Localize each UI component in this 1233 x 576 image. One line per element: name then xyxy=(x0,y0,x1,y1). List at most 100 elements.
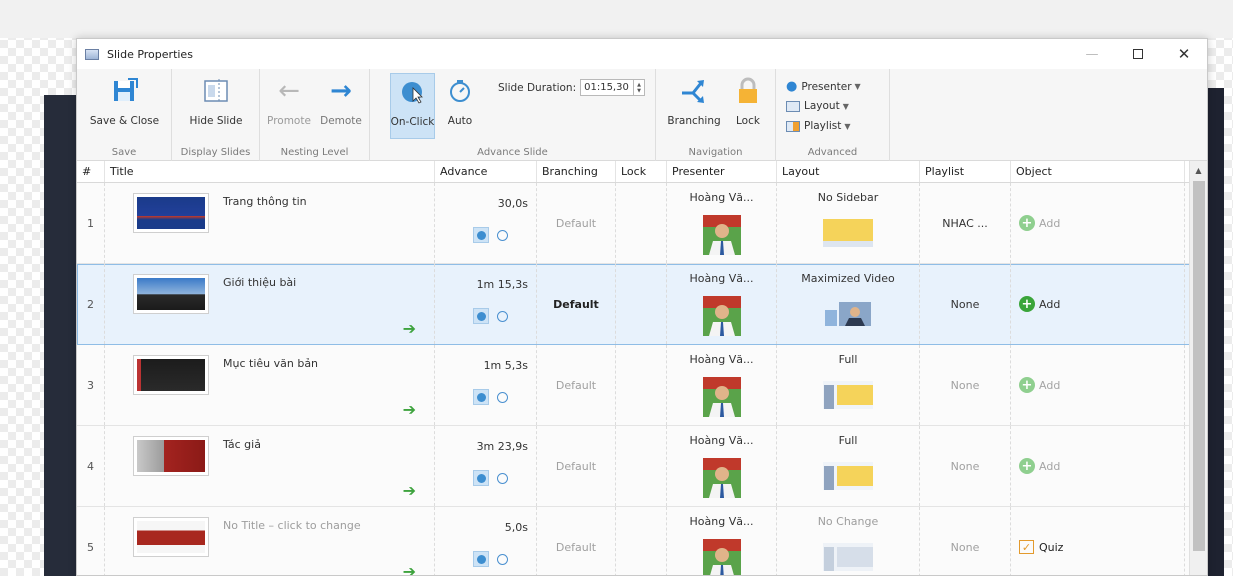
layout-cell[interactable]: Maximized Video xyxy=(777,264,920,344)
on-click-icon[interactable] xyxy=(473,308,489,324)
timer-icon[interactable] xyxy=(497,391,508,403)
advance-cell[interactable]: 3m 23,9s xyxy=(435,426,537,506)
on-click-icon[interactable] xyxy=(473,227,489,243)
column-header-title[interactable]: Title xyxy=(105,161,435,182)
presenter-cell[interactable]: Hoàng Vă... xyxy=(667,426,777,506)
slide-title[interactable]: Trang thông tin xyxy=(223,195,307,208)
on-click-icon[interactable] xyxy=(473,470,489,486)
hide-slide-button[interactable]: Hide Slide xyxy=(186,73,246,135)
scrollbar-thumb[interactable] xyxy=(1193,181,1205,551)
title-cell[interactable]: Trang thông tin xyxy=(105,183,435,263)
timer-icon[interactable] xyxy=(497,553,508,565)
advance-cell[interactable]: 1m 5,3s xyxy=(435,345,537,425)
title-bar: Slide Properties — ✕ xyxy=(77,39,1207,69)
column-header-number[interactable]: # xyxy=(77,161,105,182)
close-button[interactable]: ✕ xyxy=(1161,39,1207,69)
layout-cell[interactable]: No Sidebar xyxy=(777,183,920,263)
slide-title[interactable]: Giới thiệu bài xyxy=(223,276,296,289)
add-object-button[interactable]: + Add xyxy=(1019,183,1060,263)
add-object-button[interactable]: + Add xyxy=(1019,345,1060,425)
playlist-cell[interactable]: None xyxy=(920,426,1011,506)
object-cell[interactable]: + Add xyxy=(1011,183,1185,263)
layout-cell[interactable]: No Change xyxy=(777,507,920,575)
branching-cell[interactable]: Default xyxy=(537,426,616,506)
presenter-cell[interactable]: Hoàng Vă... xyxy=(667,507,777,575)
column-header-presenter[interactable]: Presenter xyxy=(667,161,777,182)
slides-table: # Title Advance Branching Lock Presenter… xyxy=(77,161,1207,575)
table-row[interactable]: 1 Trang thông tin 30,0s Default Hoàng Vă… xyxy=(77,183,1207,264)
lock-cell[interactable] xyxy=(616,264,667,344)
demote-button[interactable]: → Demote xyxy=(316,73,366,135)
minimize-button[interactable]: — xyxy=(1069,39,1115,69)
column-header-branching[interactable]: Branching xyxy=(537,161,616,182)
lock-cell[interactable] xyxy=(616,426,667,506)
table-row-selected[interactable]: 2 Giới thiệu bài ➔ 1m 15,3s Default Hoàn… xyxy=(77,264,1207,345)
slide-duration-input[interactable]: 01:15,30 xyxy=(580,79,635,96)
layout-dropdown[interactable]: Layout ▼ xyxy=(786,100,849,112)
playlist-cell[interactable]: NHAC ... xyxy=(920,183,1011,263)
playlist-cell[interactable]: None xyxy=(920,345,1011,425)
presenter-dropdown[interactable]: ● Presenter ▼ xyxy=(786,79,861,94)
advance-cell[interactable]: 1m 15,3s xyxy=(435,264,537,344)
on-click-label: On-Click xyxy=(390,116,435,128)
auto-button[interactable]: Auto xyxy=(440,73,480,135)
lock-cell[interactable] xyxy=(616,183,667,263)
column-header-playlist[interactable]: Playlist xyxy=(920,161,1011,182)
lock-cell[interactable] xyxy=(616,507,667,575)
slide-title[interactable]: No Title – click to change xyxy=(223,519,361,532)
on-click-icon[interactable] xyxy=(473,389,489,405)
advance-cell[interactable]: 30,0s xyxy=(435,183,537,263)
chevron-down-icon: ▼ xyxy=(854,82,861,91)
object-cell[interactable]: + Add xyxy=(1011,264,1185,344)
branching-cell[interactable]: Default xyxy=(537,183,616,263)
column-header-advance[interactable]: Advance xyxy=(435,161,537,182)
title-cell[interactable]: Mục tiêu văn bản ➔ xyxy=(105,345,435,425)
timer-icon[interactable] xyxy=(497,229,508,241)
maximize-button[interactable] xyxy=(1115,39,1161,69)
advance-time: 1m 5,3s xyxy=(483,359,528,372)
branching-cell[interactable]: Default xyxy=(537,507,616,575)
promote-button[interactable]: ← Promote xyxy=(264,73,314,135)
row-number: 4 xyxy=(77,426,105,506)
lock-cell[interactable] xyxy=(616,345,667,425)
playlist-dropdown[interactable]: Playlist ▼ xyxy=(786,120,850,132)
add-object-button[interactable]: + Add xyxy=(1019,426,1060,506)
column-header-layout[interactable]: Layout xyxy=(777,161,920,182)
slide-title[interactable]: Tác giả xyxy=(223,438,261,451)
title-cell[interactable]: Tác giả ➔ xyxy=(105,426,435,506)
branching-button[interactable]: Branching xyxy=(666,73,722,135)
presenter-cell[interactable]: Hoàng Vă... xyxy=(667,264,777,344)
save-close-button[interactable]: Save & Close xyxy=(87,73,162,135)
object-cell[interactable]: + Add xyxy=(1011,426,1185,506)
scroll-up-icon[interactable]: ▲ xyxy=(1190,161,1207,179)
playlist-cell[interactable]: None xyxy=(920,507,1011,575)
on-click-button[interactable]: On-Click xyxy=(390,73,435,139)
layout-cell[interactable]: Full xyxy=(777,345,920,425)
branching-cell[interactable]: Default xyxy=(537,264,616,344)
timer-icon[interactable] xyxy=(497,310,508,322)
branching-cell[interactable]: Default xyxy=(537,345,616,425)
slide-title[interactable]: Mục tiêu văn bản xyxy=(223,357,318,370)
table-row[interactable]: 3 Mục tiêu văn bản ➔ 1m 5,3s Default Hoà… xyxy=(77,345,1207,426)
add-object-button[interactable]: + Add xyxy=(1019,264,1060,344)
column-header-lock[interactable]: Lock xyxy=(616,161,667,182)
table-row[interactable]: 4 Tác giả ➔ 3m 23,9s Default Hoàng Vă...… xyxy=(77,426,1207,507)
timer-icon[interactable] xyxy=(497,472,508,484)
playlist-cell[interactable]: None xyxy=(920,264,1011,344)
quiz-object[interactable]: ✓ Quiz xyxy=(1019,507,1063,575)
presenter-name: Hoàng Vă... xyxy=(689,272,754,285)
layout-cell[interactable]: Full xyxy=(777,426,920,506)
column-header-object[interactable]: Object xyxy=(1011,161,1185,182)
vertical-scrollbar[interactable]: ▲ xyxy=(1189,161,1207,575)
slide-duration-spinner[interactable]: ▲ ▼ xyxy=(634,79,646,96)
title-cell[interactable]: No Title – click to change ➔ xyxy=(105,507,435,575)
object-cell[interactable]: ✓ Quiz xyxy=(1011,507,1185,575)
title-cell[interactable]: Giới thiệu bài ➔ xyxy=(105,264,435,344)
lock-button[interactable]: Lock xyxy=(728,73,768,135)
presenter-cell[interactable]: Hoàng Vă... xyxy=(667,345,777,425)
on-click-icon[interactable] xyxy=(473,551,489,567)
presenter-cell[interactable]: Hoàng Vă... xyxy=(667,183,777,263)
table-row[interactable]: 5 No Title – click to change ➔ 5,0s Defa… xyxy=(77,507,1207,575)
advance-cell[interactable]: 5,0s xyxy=(435,507,537,575)
object-cell[interactable]: + Add xyxy=(1011,345,1185,425)
